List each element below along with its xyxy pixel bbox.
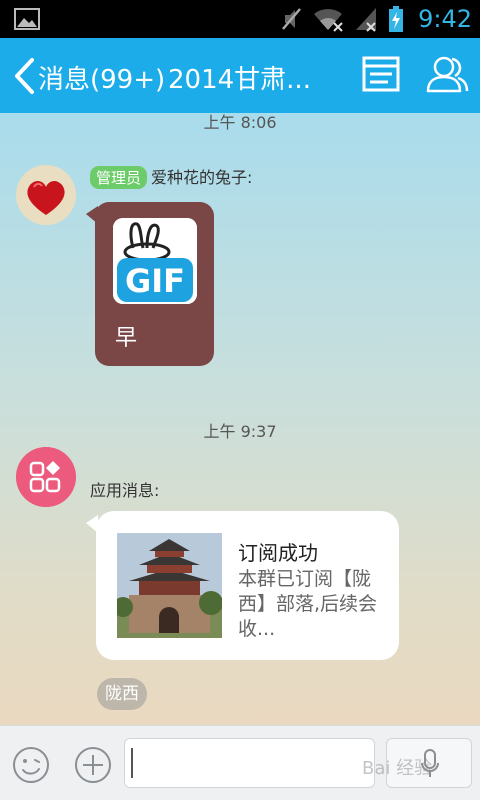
mute-icon (282, 8, 302, 30)
back-chevron-icon[interactable] (12, 56, 36, 96)
admin-badge: 管理员 (90, 166, 148, 189)
notice-icon[interactable] (362, 56, 400, 92)
chat-area[interactable]: 上午 8:06 管理员 爱种花的兔子: GIF 早 上午 9:37 应用消息: … (0, 113, 480, 725)
watermark: Bai 经验 (362, 758, 433, 779)
status-bar: 9:42 (0, 0, 480, 38)
subscription-card[interactable]: 订阅成功 本群已订阅【陇西】部落,后续会收... (96, 511, 399, 660)
input-bar: Bai 经验 (0, 725, 480, 800)
page-title: 2014甘肃... (168, 65, 311, 95)
tag-chip[interactable]: 陇西 (97, 678, 147, 710)
sender-line: 管理员 爱种花的兔子: (90, 164, 252, 189)
message-text: 早 (115, 326, 138, 351)
avatar[interactable] (16, 165, 76, 225)
rabbit-gif-icon: GIF (113, 218, 197, 304)
heart-avatar-icon (16, 165, 76, 225)
plus-icon[interactable] (74, 746, 112, 784)
gallery-icon (14, 8, 40, 30)
text-caret (131, 748, 133, 778)
title-bar: 消息(99+) 2014甘肃... (0, 38, 480, 113)
sender-name: 爱种花的兔子: (151, 168, 253, 187)
emoji-icon[interactable] (12, 746, 50, 784)
message-bubble[interactable]: GIF 早 (95, 202, 214, 366)
signal-icon (356, 8, 377, 32)
wifi-icon (314, 8, 343, 32)
svg-text:GIF: GIF (125, 262, 185, 300)
avatar[interactable] (16, 447, 76, 507)
gif-sticker[interactable]: GIF (113, 218, 197, 304)
apps-icon (16, 447, 76, 507)
clock: 9:42 (418, 5, 472, 33)
sender-name: 应用消息: (90, 481, 160, 500)
tower-image (117, 533, 222, 638)
city-tower-icon (117, 533, 222, 638)
battery-icon (389, 6, 404, 32)
card-description: 本群已订阅【陇西】部落,后续会收... (238, 568, 378, 640)
message-input[interactable] (124, 738, 375, 788)
card-title: 订阅成功 (238, 541, 318, 565)
timestamp: 上午 8:06 (203, 113, 277, 132)
timestamp: 上午 9:37 (203, 422, 277, 441)
back-button-label[interactable]: 消息(99+) (38, 59, 165, 96)
members-icon[interactable] (424, 54, 470, 94)
